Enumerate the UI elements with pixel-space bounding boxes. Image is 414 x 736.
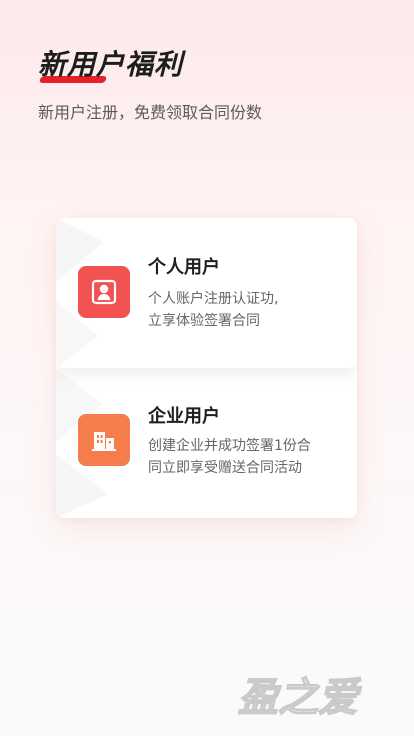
personal-user-description: 个人账户注册认证功, 立享体验签署合同 <box>148 288 338 332</box>
page-title-wrap: 新用户福利 <box>38 48 183 88</box>
watermark-logo: 盈之爱 <box>237 675 362 720</box>
enterprise-user-card[interactable]: 企业用户 创建企业并成功签署1份合 同立即享受赠送合同活动 <box>56 368 357 518</box>
enterprise-user-description-line2: 同立即享受赠送合同活动 <box>148 460 302 476</box>
personal-user-description-line1: 个人账户注册认证功, <box>148 291 279 307</box>
header: 新用户福利 新用户注册，免费领取合同份数 <box>38 48 378 124</box>
personal-user-description-line2: 立享体验签署合同 <box>148 313 260 329</box>
personal-user-icon-box <box>78 266 130 318</box>
enterprise-user-description: 创建企业并成功签署1份合 同立即享受赠送合同活动 <box>148 435 338 479</box>
page-subtitle: 新用户注册，免费领取合同份数 <box>38 103 263 122</box>
user-icon <box>91 279 117 305</box>
personal-user-card[interactable]: 个人用户 个人账户注册认证功, 立享体验签署合同 <box>56 218 357 368</box>
enterprise-user-title: 企业用户 <box>148 406 220 427</box>
building-icon <box>92 432 116 451</box>
watermark-logo-text: 盈之爱 <box>238 676 362 720</box>
page-title: 新用户福利 <box>38 48 184 81</box>
enterprise-user-icon-box <box>78 414 130 466</box>
enterprise-user-description-line1: 创建企业并成功签署1份合 <box>148 438 311 454</box>
user-type-card-group: 个人用户 个人账户注册认证功, 立享体验签署合同 企业用户 创建企业并成功签署1… <box>56 218 357 518</box>
personal-user-title: 个人用户 <box>148 257 220 278</box>
